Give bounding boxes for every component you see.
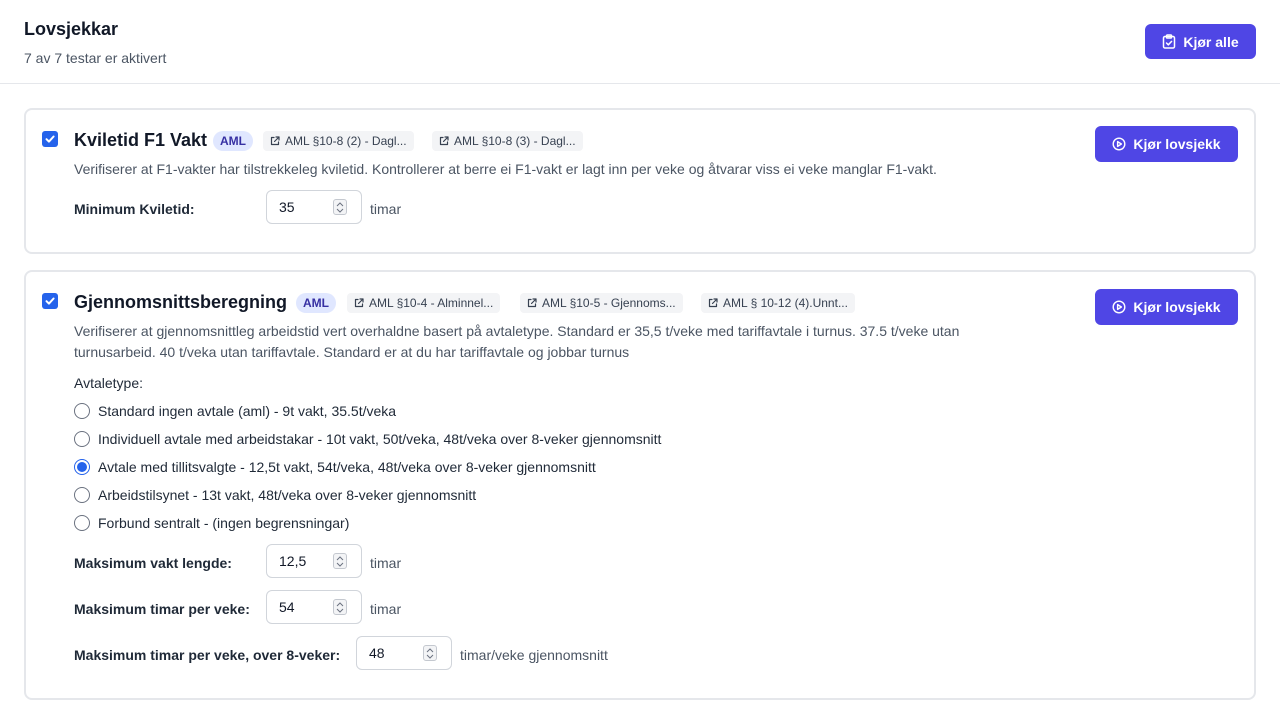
- run-all-button[interactable]: Kjør alle: [1145, 24, 1256, 59]
- chevron-down-icon: [336, 608, 344, 613]
- agreement-option-standard[interactable]: Standard ingen avtale (aml) - 9t vakt, 3…: [74, 403, 396, 419]
- min-rest-input[interactable]: 35: [266, 190, 362, 224]
- rule-description: Verifiserer at F1-vakter har tilstrekkel…: [74, 161, 937, 177]
- agreement-option-individual[interactable]: Individuell avtale med arbeidstakar - 10…: [74, 431, 661, 447]
- agreement-option-tillitsvalgte[interactable]: Avtale med tillitsvalgte - 12,5t vakt, 5…: [74, 459, 596, 475]
- law-reference-link[interactable]: AML §10-8 (2) - Dagl...: [263, 131, 414, 151]
- input-value: 35: [279, 199, 295, 215]
- max-hours-per-week-input[interactable]: 54: [266, 590, 362, 624]
- option-label: Forbund sentralt - (ingen begrensningar): [98, 515, 350, 531]
- run-all-label: Kjør alle: [1183, 33, 1239, 50]
- external-link-icon: [270, 136, 280, 146]
- radio-button[interactable]: [74, 403, 90, 419]
- chevron-up-icon: [336, 601, 344, 606]
- run-rule-check-button[interactable]: Kjør lovsjekk: [1095, 289, 1238, 325]
- page-header: Lovsjekkar 7 av 7 testar er aktivert Kjø…: [0, 0, 1280, 84]
- chevron-up-icon: [426, 647, 434, 652]
- law-reference-label: AML §10-5 - Gjennoms...: [542, 296, 676, 310]
- rule-title: Kviletid F1 Vakt: [74, 130, 208, 150]
- external-link-icon: [354, 298, 364, 308]
- law-badge: AML: [213, 131, 253, 151]
- number-stepper[interactable]: [333, 199, 347, 215]
- clipboard-check-icon: [1163, 34, 1176, 49]
- law-reference-label: AML §10-8 (2) - Dagl...: [285, 134, 407, 148]
- rule-description-line-2: turnusarbeid. 40 t/veka utan tariffavtal…: [74, 344, 630, 360]
- external-link-icon: [527, 298, 537, 308]
- agreement-option-forbund[interactable]: Forbund sentralt - (ingen begrensningar): [74, 515, 349, 531]
- agreement-type-label: Avtaletype:: [74, 375, 144, 391]
- radio-button-selected[interactable]: [74, 459, 90, 475]
- checkmark-icon: [45, 135, 55, 143]
- chevron-up-icon: [336, 555, 344, 560]
- rule-card-kviletid: Kviletid F1 Vakt AML AML §10-8 (2) - Dag…: [24, 108, 1256, 254]
- checkmark-icon: [45, 297, 55, 305]
- law-reference-link[interactable]: AML §10-4 - Alminnel...: [347, 293, 501, 313]
- option-label: Individuell avtale med arbeidstakar - 10…: [98, 431, 662, 447]
- run-check-label: Kjør lovsjekk: [1133, 136, 1221, 152]
- chevron-down-icon: [336, 562, 344, 567]
- play-circle-icon: [1112, 300, 1126, 314]
- chevron-down-icon: [426, 654, 434, 659]
- max-hours-8-week-input[interactable]: 48: [356, 636, 452, 670]
- active-tests-count: 7 av 7 testar er aktivert: [24, 50, 167, 66]
- external-link-icon: [708, 298, 718, 308]
- field-label: Maksimum timar per veke:: [74, 601, 250, 617]
- number-stepper[interactable]: [333, 599, 347, 615]
- run-rule-check-button[interactable]: Kjør lovsjekk: [1095, 126, 1238, 162]
- input-value: 54: [279, 599, 295, 615]
- input-value: 48: [369, 645, 385, 661]
- law-reference-link[interactable]: AML §10-5 - Gjennoms...: [520, 293, 683, 313]
- radio-button[interactable]: [74, 515, 90, 531]
- number-stepper[interactable]: [333, 553, 347, 569]
- law-reference-label: AML §10-8 (3) - Dagl...: [454, 134, 576, 148]
- rule-enabled-checkbox[interactable]: [42, 131, 58, 147]
- external-link-icon: [439, 136, 449, 146]
- radio-button[interactable]: [74, 487, 90, 503]
- number-stepper[interactable]: [423, 645, 437, 661]
- field-unit: timar: [370, 601, 402, 617]
- option-label: Avtale med tillitsvalgte - 12,5t vakt, 5…: [98, 459, 596, 475]
- law-reference-link[interactable]: AML §10-8 (3) - Dagl...: [432, 131, 583, 151]
- max-shift-length-input[interactable]: 12,5: [266, 544, 362, 578]
- field-unit: timar/veke gjennomsnitt: [460, 647, 608, 663]
- field-unit: timar: [370, 201, 402, 217]
- run-check-label: Kjør lovsjekk: [1133, 299, 1221, 315]
- input-value: 12,5: [279, 553, 307, 569]
- radio-button[interactable]: [74, 431, 90, 447]
- chevron-down-icon: [336, 208, 344, 213]
- agreement-option-arbeidstilsynet[interactable]: Arbeidstilsynet - 13t vakt, 48t/veka ove…: [74, 487, 476, 503]
- law-reference-label: AML § 10-12 (4).Unnt...: [723, 296, 848, 310]
- law-reference-link[interactable]: AML § 10-12 (4).Unnt...: [701, 293, 855, 313]
- law-reference-label: AML §10-4 - Alminnel...: [369, 296, 494, 310]
- rule-card-gjennomsnitt: Gjennomsnittsberegning AML AML §10-4 - A…: [24, 270, 1256, 700]
- law-badge: AML: [296, 293, 336, 313]
- page-title: Lovsjekkar: [24, 19, 119, 39]
- field-label: Maksimum timar per veke, over 8-veker:: [74, 647, 341, 663]
- rule-description-line-1: Verifiserer at gjennomsnittleg arbeidsti…: [74, 323, 960, 339]
- chevron-up-icon: [336, 201, 344, 206]
- option-label: Arbeidstilsynet - 13t vakt, 48t/veka ove…: [98, 487, 477, 503]
- rule-title: Gjennomsnittsberegning: [74, 292, 288, 312]
- play-circle-icon: [1112, 137, 1126, 151]
- option-label: Standard ingen avtale (aml) - 9t vakt, 3…: [98, 403, 397, 419]
- field-label: Minimum Kviletid:: [74, 201, 195, 217]
- field-label: Maksimum vakt lengde:: [74, 555, 232, 571]
- field-unit: timar: [370, 555, 402, 571]
- rule-enabled-checkbox[interactable]: [42, 293, 58, 309]
